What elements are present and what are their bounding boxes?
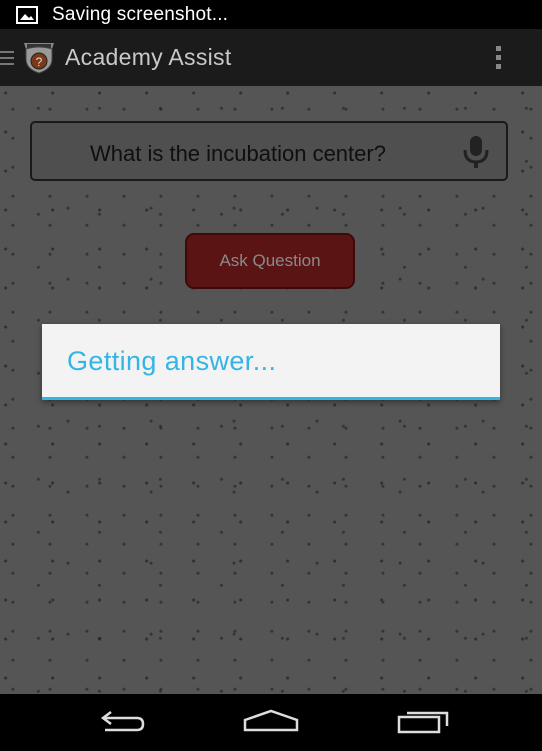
drawer-icon[interactable]: [0, 49, 14, 67]
svg-text:?: ?: [36, 55, 43, 69]
progress-dialog: Getting answer...: [42, 324, 500, 400]
action-bar: ? Academy Assist: [0, 29, 542, 86]
academy-badge-logo[interactable]: ?: [20, 39, 58, 75]
dialog-message: Getting answer...: [67, 346, 277, 376]
status-bar: Saving screenshot...: [0, 0, 542, 29]
status-notification-text: Saving screenshot...: [52, 3, 229, 25]
image-icon: [16, 5, 38, 24]
home-icon[interactable]: [243, 708, 299, 732]
microphone-icon[interactable]: [462, 135, 490, 169]
recents-icon[interactable]: [395, 708, 451, 734]
ask-question-button[interactable]: Ask Question: [185, 233, 355, 289]
question-input[interactable]: What is the incubation center?: [30, 121, 508, 181]
question-input-value[interactable]: What is the incubation center?: [90, 141, 386, 167]
navigation-bar: [0, 694, 542, 751]
overflow-menu-icon[interactable]: [494, 45, 504, 71]
app-title: Academy Assist: [65, 44, 232, 70]
back-icon[interactable]: [93, 708, 149, 736]
